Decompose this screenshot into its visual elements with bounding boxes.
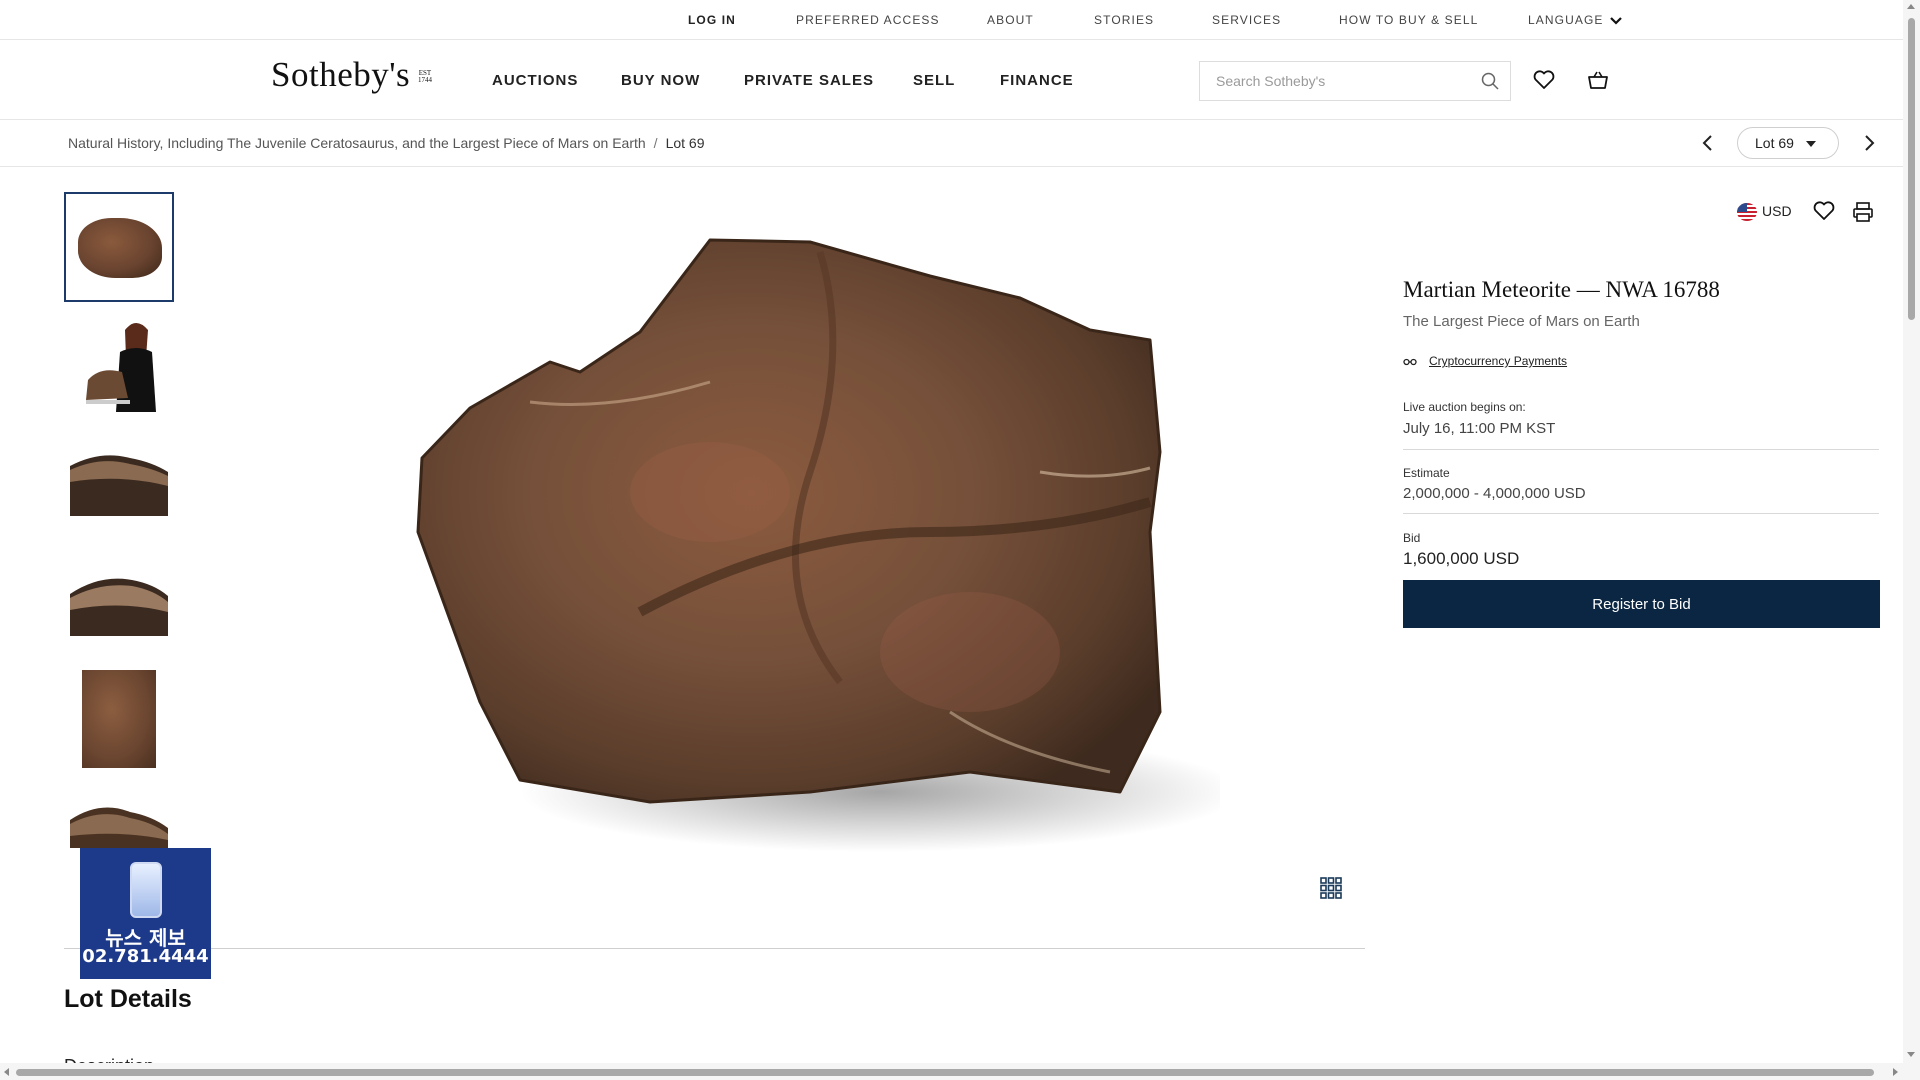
about-link[interactable]: ABOUT [987, 13, 1034, 27]
crypto-payments-link[interactable]: Cryptocurrency Payments [1429, 354, 1567, 368]
search-box [1199, 61, 1511, 101]
thumbnail-3[interactable] [70, 446, 168, 516]
sothebys-logo[interactable]: Sotheby's [271, 55, 410, 95]
currency-selector[interactable]: USD [1762, 203, 1792, 219]
register-to-bid-button[interactable]: Register to Bid [1403, 580, 1880, 628]
scroll-right-arrow-icon[interactable] [1893, 1068, 1898, 1076]
auction-start-date: July 16, 11:00 PM KST [1403, 420, 1556, 437]
vertical-scrollbar[interactable] [1903, 0, 1920, 1080]
panel-divider-1 [1403, 449, 1879, 450]
breadcrumb-separator: / [653, 135, 658, 151]
meteorite-closeup-image [82, 670, 156, 768]
language-menu[interactable]: LANGUAGE [1528, 13, 1622, 27]
lot-subtitle: The Largest Piece of Mars on Earth [1403, 313, 1640, 330]
cart-bag-icon[interactable] [1587, 70, 1609, 90]
lot-selector[interactable]: Lot 69 [1737, 127, 1839, 159]
breadcrumb: Natural History, Including The Juvenile … [68, 135, 705, 151]
meteorite-partial-image [70, 807, 168, 848]
panel-divider-2 [1403, 513, 1879, 514]
nav-sell[interactable]: SELL [913, 72, 955, 89]
search-input[interactable] [1200, 62, 1460, 100]
news-tip-phone: 02.781.4444 [82, 946, 209, 967]
crypto-payments: Cryptocurrency Payments [1403, 354, 1567, 368]
meteorite-side-view-image [70, 455, 168, 516]
nav-auctions[interactable]: AUCTIONS [492, 72, 578, 89]
bid-value: 1,600,000 USD [1403, 549, 1520, 568]
meteorite-main-image[interactable] [410, 232, 1220, 852]
lot-selector-value: Lot 69 [1755, 135, 1794, 151]
smartphone-icon [130, 862, 162, 918]
services-link[interactable]: SERVICES [1212, 13, 1281, 27]
favorites-heart-icon[interactable] [1533, 70, 1555, 90]
auction-start-label: Live auction begins on: [1403, 400, 1526, 414]
utility-bar: LOG IN PREFERRED ACCESS ABOUT STORIES SE… [0, 0, 1903, 40]
bid-label: Bid [1403, 531, 1421, 545]
vertical-scroll-thumb[interactable] [1908, 18, 1915, 320]
nav-buy-now[interactable]: BUY NOW [621, 72, 700, 89]
nav-finance[interactable]: FINANCE [1000, 72, 1074, 89]
lot-favorite-heart-icon[interactable] [1813, 201, 1835, 221]
glasses-icon [1403, 358, 1417, 365]
lot-details-heading: Lot Details [64, 985, 192, 1013]
chevron-down-icon [1610, 17, 1622, 25]
how-to-buy-sell-link[interactable]: HOW TO BUY & SELL [1339, 13, 1478, 27]
preferred-access-link[interactable]: PREFERRED ACCESS [796, 13, 940, 27]
meteorite-thumbnail-image [78, 218, 162, 278]
meteorite-edge-view-image [70, 578, 168, 636]
language-label: LANGUAGE [1528, 13, 1604, 27]
scroll-down-arrow-icon[interactable] [1907, 1052, 1915, 1057]
scroll-up-arrow-icon[interactable] [1907, 4, 1915, 9]
previous-lot-chevron-icon[interactable] [1700, 133, 1716, 153]
thumbnail-4[interactable] [70, 570, 168, 636]
grid-view-icon[interactable] [1320, 877, 1342, 899]
next-lot-chevron-icon[interactable] [1861, 133, 1877, 153]
news-tip-overlay[interactable]: 뉴스 제보 02.781.4444 [80, 848, 211, 979]
breadcrumb-current: Lot 69 [665, 135, 705, 151]
breadcrumb-sale-link[interactable]: Natural History, Including The Juvenile … [68, 135, 646, 151]
print-icon[interactable] [1852, 201, 1874, 223]
thumbnail-6[interactable] [70, 800, 168, 848]
thumbnail-2[interactable] [70, 318, 168, 412]
main-header: Sotheby's EST 1744 AUCTIONS BUY NOW PRIV… [0, 41, 1903, 120]
stories-link[interactable]: STORIES [1094, 13, 1154, 27]
login-link[interactable]: LOG IN [688, 13, 736, 27]
scroll-left-arrow-icon[interactable] [4, 1068, 9, 1076]
estimate-value: 2,000,000 - 4,000,000 USD [1403, 485, 1586, 502]
search-icon[interactable] [1480, 71, 1500, 91]
section-divider [64, 948, 1365, 949]
logo-est-mark: EST 1744 [418, 69, 432, 84]
us-flag-icon[interactable] [1737, 203, 1757, 221]
caret-down-icon [1806, 141, 1816, 147]
horizontal-scrollbar[interactable] [0, 1063, 1903, 1080]
horizontal-scroll-thumb[interactable] [16, 1069, 1874, 1076]
person-with-meteorite-image [86, 323, 156, 412]
nav-private-sales[interactable]: PRIVATE SALES [744, 72, 874, 89]
breadcrumb-row: Natural History, Including The Juvenile … [0, 121, 1903, 167]
lot-title: Martian Meteorite — NWA 16788 [1403, 277, 1720, 302]
thumbnail-1[interactable] [64, 192, 174, 302]
estimate-label: Estimate [1403, 466, 1450, 480]
thumbnail-5[interactable] [82, 670, 156, 768]
